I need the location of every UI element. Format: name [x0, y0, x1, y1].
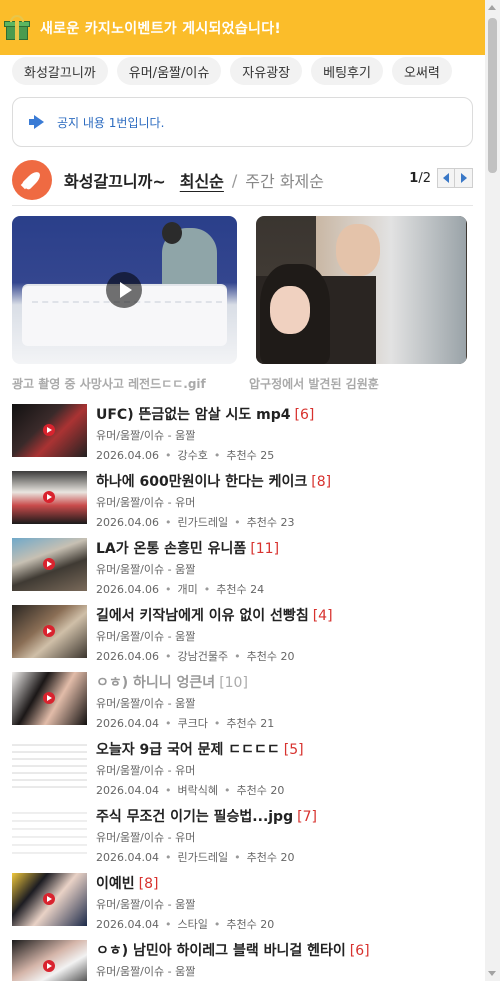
post-thumbnail[interactable]: [12, 940, 87, 981]
event-banner[interactable]: 새로운 카지노이벤트가 게시되었습니다!: [0, 0, 485, 55]
comment-count: [11]: [250, 541, 280, 557]
play-icon: [43, 960, 55, 972]
post-title[interactable]: ㅇㅎ) 하니니 엉큰녀 [10]: [96, 672, 248, 692]
play-icon: [43, 692, 55, 704]
post-category: 유머/움짤/이슈 - 움짤: [96, 563, 196, 576]
category-tab[interactable]: 화성갈끄니까: [12, 57, 108, 85]
category-tab[interactable]: 베팅후기: [311, 57, 383, 85]
post-category: 유머/움짤/이슈 - 움짤: [96, 697, 196, 710]
featured-caption[interactable]: 광고 촬영 중 사망사고 레전드ㄷㄷ.gif: [12, 375, 206, 392]
post-meta: 2026.04.06 • 강남건물주 • 추천수 20: [96, 650, 295, 663]
list-item[interactable]: 오늘자 9급 국어 문제 ㄷㄷㄷㄷ [5] 유머/움짤/이슈 - 유머 2026.…: [12, 735, 473, 802]
post-thumbnail[interactable]: [12, 605, 87, 658]
list-item[interactable]: 이예빈 [8] 유머/움짤/이슈 - 움짤 2026.04.04 • 스타일 • 추천수 …: [12, 869, 473, 936]
category-tab[interactable]: 자유광장: [230, 57, 303, 85]
post-title[interactable]: ㅇㅎ) 남민아 하이레그 블랙 바니걸 헨타이 [6]: [96, 940, 370, 960]
sort-separator: /: [231, 170, 238, 190]
list-item[interactable]: ㅇㅎ) 하니니 엉큰녀 [10] 유머/움짤/이슈 - 움짤 2026.04.04…: [12, 668, 473, 735]
post-meta: 2026.04.04 • 스타일 • 추천수 20: [96, 918, 275, 931]
comment-count: [5]: [283, 742, 304, 758]
list-item[interactable]: ㅇㅎ) 남민아 하이레그 블랙 바니걸 헨타이 [6] 유머/움짤/이슈 - 움짤: [12, 936, 473, 981]
chevron-left-icon: [443, 173, 449, 183]
post-category: 유머/움짤/이슈 - 유머: [96, 496, 196, 509]
post-list: UFC) 뜬금없는 암살 시도 mp4 [6] 유머/움짤/이슈 - 움짤 202…: [12, 400, 473, 981]
post-category: 유머/움짤/이슈 - 움짤: [96, 429, 196, 442]
post-title[interactable]: 주식 무조건 이기는 필승법...jpg [7]: [96, 806, 317, 826]
post-thumbnail[interactable]: [12, 538, 87, 591]
post-thumbnail[interactable]: [12, 672, 87, 725]
next-page-button[interactable]: [455, 168, 473, 188]
page-scrollbar[interactable]: [485, 0, 500, 981]
post-title[interactable]: 오늘자 9급 국어 문제 ㄷㄷㄷㄷ [5]: [96, 739, 304, 759]
post-title[interactable]: UFC) 뜬금없는 암살 시도 mp4 [6]: [96, 404, 314, 424]
comment-count: [10]: [219, 675, 248, 691]
post-thumbnail[interactable]: [12, 471, 87, 524]
post-meta: 2026.04.06 • 개미 • 추천수 24: [96, 583, 265, 596]
pager: 1/2: [409, 168, 473, 188]
section-title[interactable]: 화성갈끄니까~: [64, 168, 166, 192]
featured-thumbnail[interactable]: [12, 216, 237, 364]
list-item[interactable]: 주식 무조건 이기는 필승법...jpg [7] 유머/움짤/이슈 - 유머 20…: [12, 802, 473, 869]
play-icon: [43, 558, 55, 570]
category-tab[interactable]: 오써력: [391, 57, 452, 85]
comment-count: [8]: [138, 876, 159, 892]
rocket-icon: [12, 160, 52, 200]
list-item[interactable]: 길에서 키작남에게 이유 없이 선빵침 [4] 유머/움짤/이슈 - 움짤 202…: [12, 601, 473, 668]
page-indicator: 1/2: [409, 170, 431, 186]
scroll-up-icon[interactable]: [488, 5, 496, 10]
play-icon: [43, 893, 55, 905]
prev-page-button[interactable]: [437, 168, 455, 188]
post-title[interactable]: 길에서 키작남에게 이유 없이 선빵침 [4]: [96, 605, 333, 625]
sort-latest-tab[interactable]: 최신순: [180, 168, 224, 192]
comment-count: [7]: [297, 809, 317, 825]
play-icon: [43, 625, 55, 637]
notice-text[interactable]: 공지 내용 1번입니다.: [57, 114, 164, 131]
post-meta: 2026.04.06 • 강수호 • 추천수 25: [96, 449, 275, 462]
post-category: 유머/움짤/이슈 - 유머: [96, 764, 196, 777]
sort-weekly-tab[interactable]: 주간 화제순: [245, 168, 324, 192]
event-banner-text[interactable]: 새로운 카지노이벤트가 게시되었습니다!: [40, 18, 281, 38]
list-item[interactable]: LA가 온통 손흥민 유니폼 [11] 유머/움짤/이슈 - 움짤 2026.04…: [12, 534, 473, 601]
post-category: 유머/움짤/이슈 - 움짤: [96, 898, 196, 911]
play-icon: [43, 491, 55, 503]
list-item[interactable]: UFC) 뜬금없는 암살 시도 mp4 [6] 유머/움짤/이슈 - 움짤 202…: [12, 400, 473, 467]
gift-icon: [4, 14, 30, 41]
megaphone-icon: [29, 115, 47, 129]
comment-count: [4]: [312, 608, 333, 624]
section-header: 화성갈끄니까~ 최신순 / 주간 화제순 1/2: [12, 160, 473, 200]
post-thumbnail[interactable]: [12, 873, 87, 926]
post-title[interactable]: 하나에 600만원이나 한다는 케이크 [8]: [96, 471, 331, 491]
post-thumbnail[interactable]: [12, 404, 87, 457]
scroll-down-icon[interactable]: [488, 971, 496, 976]
play-icon: [43, 424, 55, 436]
category-tabs: 화성갈끄니까 유머/움짤/이슈 자유광장 베팅후기 오써력: [12, 57, 485, 87]
featured-thumbnail[interactable]: [256, 216, 467, 364]
featured-caption[interactable]: 압구정에서 발견된 김원훈: [249, 375, 379, 392]
comment-count: [6]: [294, 407, 315, 423]
play-icon[interactable]: [106, 272, 142, 308]
section-divider: [12, 205, 473, 206]
post-category: 유머/움짤/이슈 - 유머: [96, 831, 196, 844]
category-tab[interactable]: 유머/움짤/이슈: [116, 57, 222, 85]
post-meta: 2026.04.04 • 린가드레일 • 추천수 20: [96, 851, 295, 864]
post-meta: 2026.04.06 • 린가드레일 • 추천수 23: [96, 516, 295, 529]
post-category: 유머/움짤/이슈 - 움짤: [96, 630, 196, 643]
comment-count: [8]: [311, 474, 332, 490]
post-meta: 2026.04.04 • 벼락식혜 • 추천수 20: [96, 784, 285, 797]
chevron-right-icon: [460, 173, 467, 183]
post-category: 유머/움짤/이슈 - 움짤: [96, 965, 196, 978]
post-thumbnail[interactable]: [12, 739, 87, 792]
scrollbar-thumb[interactable]: [488, 18, 497, 173]
post-title[interactable]: 이예빈 [8]: [96, 873, 158, 893]
comment-count: [6]: [349, 943, 370, 959]
post-meta: 2026.04.04 • 쿠크다 • 추천수 21: [96, 717, 275, 730]
post-thumbnail[interactable]: [12, 806, 87, 859]
list-item[interactable]: 하나에 600만원이나 한다는 케이크 [8] 유머/움짤/이슈 - 유머 202…: [12, 467, 473, 534]
post-title[interactable]: LA가 온통 손흥민 유니폼 [11]: [96, 538, 279, 558]
notice-box[interactable]: 공지 내용 1번입니다.: [12, 97, 473, 147]
